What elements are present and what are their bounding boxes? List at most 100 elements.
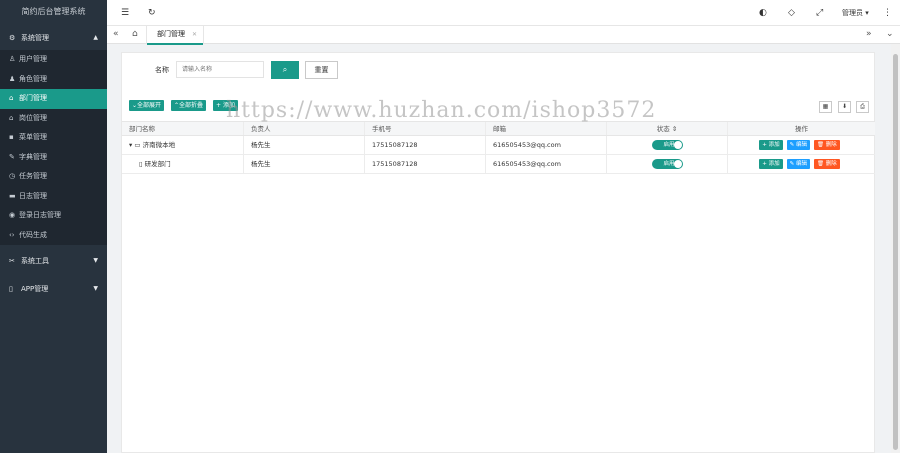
export-icon[interactable]: ⬇ [838, 101, 851, 113]
columns-icon[interactable]: ▦ [819, 101, 832, 113]
sidebar-group-app[interactable]: ▯ APP管理 ▼ [0, 277, 107, 301]
sidebar-item-dict[interactable]: ✎ 字典管理 [0, 148, 107, 168]
row-add-button[interactable]: + 添加 [759, 159, 783, 169]
hamburger-icon[interactable]: ☰ [121, 0, 129, 26]
sidebar-group-tools[interactable]: ✂ 系统工具 ▼ [0, 249, 107, 273]
tab-prev-icon[interactable]: « [113, 26, 119, 44]
button-label: 全部折叠 [179, 102, 204, 109]
expand-all-button[interactable]: ⌄全部展开 [129, 100, 165, 111]
sidebar-group-label: 系统管理 [21, 34, 49, 42]
cell-phone: 17515087128 [364, 155, 485, 173]
code-icon: ‹› [9, 230, 15, 239]
sidebar-item-dept[interactable]: ⌂ 部门管理 [0, 89, 107, 109]
sidebar-item-label: 岗位管理 [19, 113, 47, 122]
plus-icon: + [216, 102, 223, 109]
sidebar-item-label: 任务管理 [19, 172, 47, 180]
add-button[interactable]: + 添加 [213, 100, 238, 111]
status-toggle[interactable]: 启用 [651, 159, 683, 169]
post-icon: ⌂ [9, 113, 14, 122]
tab-dept[interactable]: 部门管理 ✕ [146, 26, 204, 45]
sidebar-item-label: 日志管理 [19, 191, 47, 200]
search-button[interactable]: ⌕ [271, 61, 299, 79]
button-label: 添加 [768, 142, 780, 148]
file-icon: ▯ [139, 160, 143, 168]
table-row: ▯ 研发部门 杨先生 17515087128 616505453@qq.com … [122, 155, 875, 174]
theme-icon[interactable]: ◐ [759, 0, 767, 26]
row-delete-button[interactable]: 🗑 删除 [814, 140, 840, 150]
user-icon: ♙ [9, 55, 16, 63]
sidebar-item-post[interactable]: ⌂ 岗位管理 [0, 109, 107, 129]
search-input[interactable] [176, 61, 264, 78]
collapse-all-button[interactable]: ⌃全部折叠 [171, 100, 207, 111]
main-panel: 名称 ⌕ 重置 ⌄全部展开 ⌃全部折叠 + 添加 ▦ ⬇ ⎙ 部门名称 负责人 … [121, 52, 875, 453]
dept-name: 研发部门 [144, 160, 171, 168]
app-title: 简约后台管理系统 [0, 0, 107, 26]
user-menu[interactable]: 管理员 ▾ [842, 0, 869, 26]
tab-next-icon[interactable]: » [866, 26, 872, 44]
scrollbar-thumb[interactable] [893, 54, 898, 450]
refresh-icon[interactable]: ↻ [148, 0, 156, 26]
menu-icon: ▪ [9, 133, 14, 141]
row-edit-button[interactable]: ✎ 编辑 [786, 159, 810, 169]
sidebar-item-label: 代码生成 [19, 230, 47, 239]
caret-down-icon: ▼ [93, 257, 98, 264]
sidebar-item-codegen[interactable]: ‹› 代码生成 [0, 226, 107, 246]
location-icon: ◉ [9, 211, 16, 219]
sidebar-item-task[interactable]: ◷ 任务管理 [0, 167, 107, 187]
cell-status: 启用 [606, 136, 727, 154]
dept-name: 济南微本地 [142, 141, 176, 149]
user-name: 管理员 [842, 9, 863, 17]
button-label: 删除 [825, 161, 837, 167]
print-icon[interactable]: ⎙ [856, 101, 869, 113]
sidebar-item-log[interactable]: ▬ 日志管理 [0, 187, 107, 207]
caret-up-icon: ▲ [93, 34, 98, 41]
sidebar-item-login-log[interactable]: ◉ 登录日志管理 [0, 206, 107, 226]
topbar: ☰ ↻ ◐ ◇ ⤢ 管理员 ▾ ⋮ [107, 0, 900, 26]
header-phone: 手机号 [364, 122, 485, 135]
cell-leader: 杨先生 [243, 155, 364, 173]
sidebar-item-role[interactable]: ♟ 角色管理 [0, 70, 107, 90]
button-label: 全部展开 [137, 102, 162, 109]
dept-table: 部门名称 负责人 手机号 邮箱 状态 ⇕ 操作 ▾ ▭ 济南微本地 杨先生 17… [122, 121, 875, 174]
status-toggle[interactable]: 启用 [651, 140, 683, 150]
role-icon: ♟ [9, 74, 16, 83]
sidebar-group-system[interactable]: ⚙ 系统管理 ▲ [0, 26, 107, 50]
header-ops: 操作 [727, 122, 875, 135]
header-status-label: 状态 [656, 125, 670, 133]
caret-down-icon[interactable]: ▾ [129, 141, 132, 149]
scrollbar[interactable] [891, 44, 900, 453]
home-tab-icon[interactable]: ⌂ [132, 26, 138, 44]
sidebar-item-label: 部门管理 [19, 94, 47, 102]
button-label: 删除 [825, 142, 837, 148]
reset-button[interactable]: 重置 [305, 61, 338, 79]
sidebar-item-menu[interactable]: ▪ 菜单管理 [0, 128, 107, 148]
chevron-down-icon[interactable]: ⌄ [886, 26, 894, 44]
tools-icon: ✂ [9, 257, 15, 265]
gear-icon: ⚙ [9, 34, 16, 42]
fullscreen-icon[interactable]: ⤢ [816, 0, 823, 26]
folder-icon: ▭ [134, 141, 141, 149]
sidebar-item-user[interactable]: ♙ 用户管理 [0, 50, 107, 70]
tag-icon[interactable]: ◇ [788, 0, 795, 26]
button-label: 添加 [768, 161, 780, 167]
table-row: ▾ ▭ 济南微本地 杨先生 17515087128 616505453@qq.c… [122, 136, 875, 155]
cell-name: ▯ 研发部门 [122, 155, 243, 173]
header-status[interactable]: 状态 ⇕ [606, 122, 727, 135]
cell-leader: 杨先生 [243, 136, 364, 154]
row-edit-button[interactable]: ✎ 编辑 [786, 140, 810, 150]
row-delete-button[interactable]: 🗑 删除 [814, 159, 840, 169]
search-label: 名称 [155, 66, 169, 74]
sidebar-item-label: 菜单管理 [19, 133, 47, 141]
sidebar-group-label: APP管理 [21, 285, 49, 293]
row-add-button[interactable]: + 添加 [759, 140, 783, 150]
more-icon[interactable]: ⋮ [883, 0, 892, 26]
header-name: 部门名称 [129, 125, 155, 133]
close-icon[interactable]: ✕ [192, 26, 197, 43]
sort-icon: ⇕ [671, 125, 678, 133]
tab-label: 部门管理 [157, 30, 185, 38]
sidebar-item-label: 登录日志管理 [19, 211, 61, 219]
log-icon: ▬ [9, 191, 16, 200]
sidebar: 简约后台管理系统 ⚙ 系统管理 ▲ ♙ 用户管理 ♟ 角色管理 ⌂ 部门管理 ⌂ 岗位管理… [0, 0, 107, 453]
button-label: 编辑 [795, 142, 807, 148]
sidebar-submenu: ♙ 用户管理 ♟ 角色管理 ⌂ 部门管理 ⌂ 岗位管理 ▪ 菜单管理 ✎ 字典管理 ◷ 任务管… [0, 50, 107, 245]
